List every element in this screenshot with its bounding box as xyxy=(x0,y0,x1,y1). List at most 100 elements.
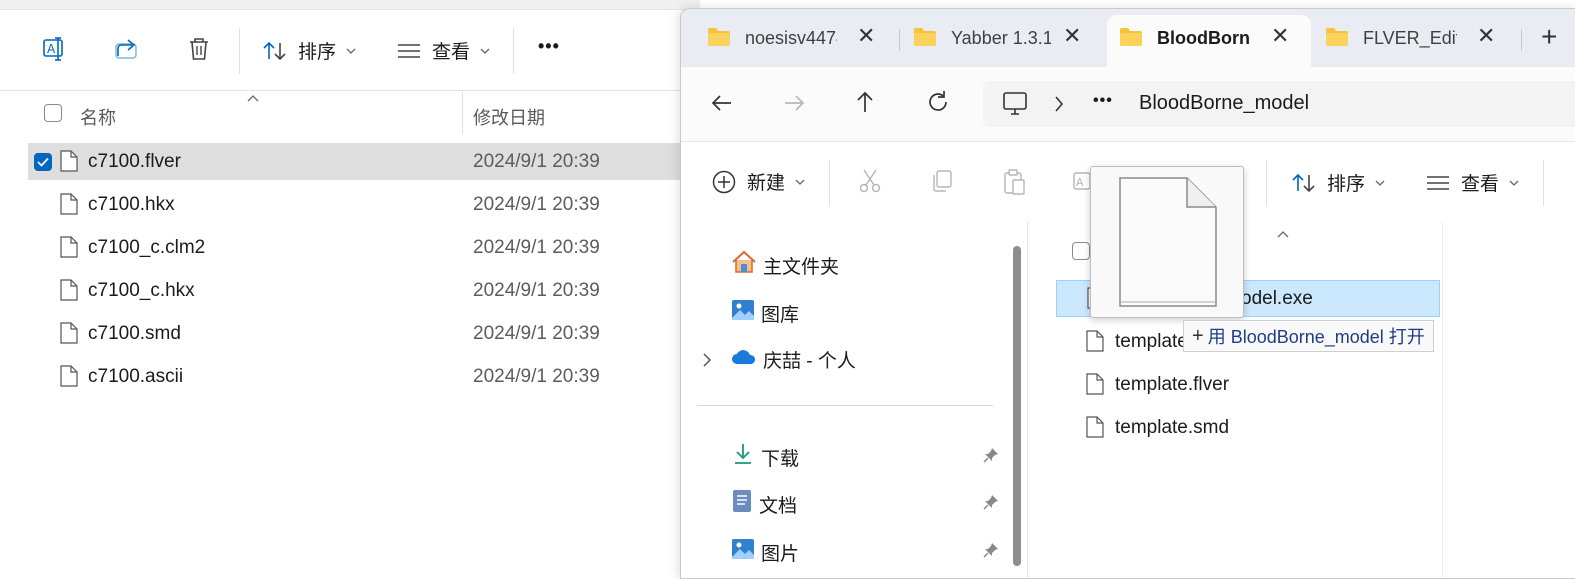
file-row[interactable]: c7100.hkx 2024/9/1 20:39 xyxy=(28,186,700,223)
sort-label: 排序 xyxy=(1327,174,1366,195)
copy-icon[interactable] xyxy=(929,168,955,199)
breadcrumb-chevron-icon[interactable] xyxy=(1053,95,1065,118)
close-tab-icon[interactable]: ✕ xyxy=(1271,23,1289,49)
plus-circle-icon xyxy=(711,169,737,195)
nav-scrollbar[interactable] xyxy=(1013,246,1021,566)
column-divider[interactable] xyxy=(462,92,463,134)
file-icon xyxy=(1086,416,1104,443)
pin-icon[interactable] xyxy=(983,447,999,468)
file-name: odel.exe xyxy=(1241,288,1313,309)
view-button[interactable]: 查看 xyxy=(1425,169,1519,196)
nav-label: 图片 xyxy=(761,543,800,565)
file-row[interactable]: c7100.flver 2024/9/1 20:39 xyxy=(28,143,700,180)
file-icon xyxy=(1086,330,1104,357)
sort-button[interactable]: 排序 xyxy=(262,37,356,64)
address-bar-row: ••• BloodBorne_model xyxy=(681,67,1575,141)
view-label: 查看 xyxy=(432,42,471,63)
nav-item-gallery[interactable]: 图库 xyxy=(731,298,799,328)
download-icon xyxy=(731,442,755,472)
dragged-file-icon xyxy=(1119,177,1217,312)
folder-icon xyxy=(1119,27,1143,52)
nav-divider xyxy=(697,405,993,406)
file-name: template xyxy=(1115,331,1188,352)
file-row[interactable]: template.smd xyxy=(1056,409,1440,446)
tab-yabber[interactable]: Yabber 1.3.1 ✕ xyxy=(907,9,1097,67)
drop-target-tooltip: + 用 BloodBorne_model 打开 xyxy=(1183,320,1434,352)
new-label: 新建 xyxy=(747,173,786,194)
file-name: c7100_c.clm2 xyxy=(88,237,206,258)
file-icon xyxy=(60,150,78,177)
breadcrumb-overflow-button[interactable]: ••• xyxy=(1093,92,1113,110)
computer-icon xyxy=(1001,91,1029,122)
refresh-icon[interactable] xyxy=(925,89,951,120)
more-options-button[interactable]: ••• xyxy=(538,36,560,57)
breadcrumb-current-folder[interactable]: BloodBorne_model xyxy=(1139,92,1309,115)
nav-item-pictures[interactable]: 图片 xyxy=(731,537,799,567)
rename-button[interactable]: A xyxy=(42,36,68,62)
svg-text:A: A xyxy=(1076,176,1084,189)
cut-icon[interactable] xyxy=(857,168,883,199)
file-icon xyxy=(60,193,78,220)
close-tab-icon[interactable]: ✕ xyxy=(857,23,875,49)
onedrive-cloud-icon xyxy=(731,347,757,373)
select-all-checkbox[interactable] xyxy=(1072,242,1090,260)
sort-button[interactable]: 排序 xyxy=(1291,169,1385,196)
up-arrow-icon[interactable] xyxy=(853,89,877,120)
new-button[interactable]: 新建 xyxy=(711,168,805,195)
pane-divider[interactable] xyxy=(1027,222,1028,578)
drag-preview-thumbnail xyxy=(1090,166,1244,318)
back-arrow-icon[interactable] xyxy=(709,91,735,120)
file-row[interactable]: template.flver xyxy=(1056,366,1440,403)
file-row[interactable]: c7100.ascii 2024/9/1 20:39 xyxy=(28,358,700,395)
delete-button[interactable] xyxy=(186,36,212,62)
sort-ascending-icon xyxy=(1276,226,1290,244)
file-row[interactable]: c7100.smd 2024/9/1 20:39 xyxy=(28,315,700,352)
toolbar-divider xyxy=(1543,160,1544,206)
file-name: template.flver xyxy=(1115,374,1230,395)
view-button[interactable]: 查看 xyxy=(396,37,490,64)
sort-icon xyxy=(262,39,288,63)
expand-chevron-icon[interactable] xyxy=(701,352,713,373)
chevron-down-icon xyxy=(1375,179,1385,187)
paste-icon[interactable] xyxy=(1001,168,1027,201)
row-checkbox[interactable] xyxy=(34,153,52,171)
nav-label: 主文件夹 xyxy=(763,256,840,278)
nav-item-onedrive[interactable]: 庆喆 - 个人 xyxy=(731,346,856,373)
nav-item-home[interactable]: 主文件夹 xyxy=(731,250,839,280)
date-column-header[interactable]: 修改日期 xyxy=(473,104,545,130)
nav-item-documents[interactable]: 文档 xyxy=(731,489,797,519)
close-tab-icon[interactable]: ✕ xyxy=(1477,23,1495,49)
address-box[interactable]: ••• BloodBorne_model xyxy=(983,81,1575,127)
name-column-header[interactable]: 名称 xyxy=(80,104,116,130)
close-tab-icon[interactable]: ✕ xyxy=(1063,23,1081,49)
tab-label: noesisv4474 xyxy=(745,28,837,48)
tab-divider xyxy=(899,29,900,51)
tab-bar: noesisv4474 ✕ Yabber 1.3.1 ✕ BloodBorne_… xyxy=(681,9,1575,67)
file-name: c7100.smd xyxy=(88,323,181,344)
toolbar-divider xyxy=(829,160,830,206)
forward-arrow-icon[interactable] xyxy=(781,91,807,120)
file-row[interactable]: c7100_c.clm2 2024/9/1 20:39 xyxy=(28,229,700,266)
folder-icon xyxy=(1325,27,1349,52)
nav-item-downloads[interactable]: 下载 xyxy=(731,442,799,472)
file-name: c7100.flver xyxy=(88,151,181,172)
share-button[interactable] xyxy=(114,36,140,62)
chevron-down-icon xyxy=(480,47,490,55)
chevron-down-icon xyxy=(795,178,805,186)
pin-icon[interactable] xyxy=(983,542,999,563)
tab-noesis[interactable]: noesisv4474 ✕ xyxy=(701,9,891,67)
file-icon xyxy=(60,236,78,263)
file-row[interactable]: c7100_c.hkx 2024/9/1 20:39 xyxy=(28,272,700,309)
toolbar-divider xyxy=(513,28,514,74)
tab-bloodborne-model[interactable]: BloodBorne_model ✕ xyxy=(1107,15,1311,67)
home-icon xyxy=(731,250,757,280)
navigation-pane: 主文件夹 图库 庆喆 - 个人 下载 文档 图片 xyxy=(681,222,1026,578)
new-tab-button[interactable]: + xyxy=(1541,21,1557,53)
select-all-checkbox[interactable] xyxy=(44,104,62,122)
toolbar-divider xyxy=(1266,160,1267,206)
drop-tooltip-text: 用 BloodBorne_model 打开 xyxy=(1207,327,1425,347)
tab-flver-editor[interactable]: FLVER_Editor ✕ xyxy=(1321,9,1511,67)
left-explorer-window: A 排序 查看 ••• 名称 修改日期 c7100.flver 2024/9/1… xyxy=(0,0,700,577)
column-divider[interactable] xyxy=(1442,222,1443,578)
pin-icon[interactable] xyxy=(983,494,999,515)
